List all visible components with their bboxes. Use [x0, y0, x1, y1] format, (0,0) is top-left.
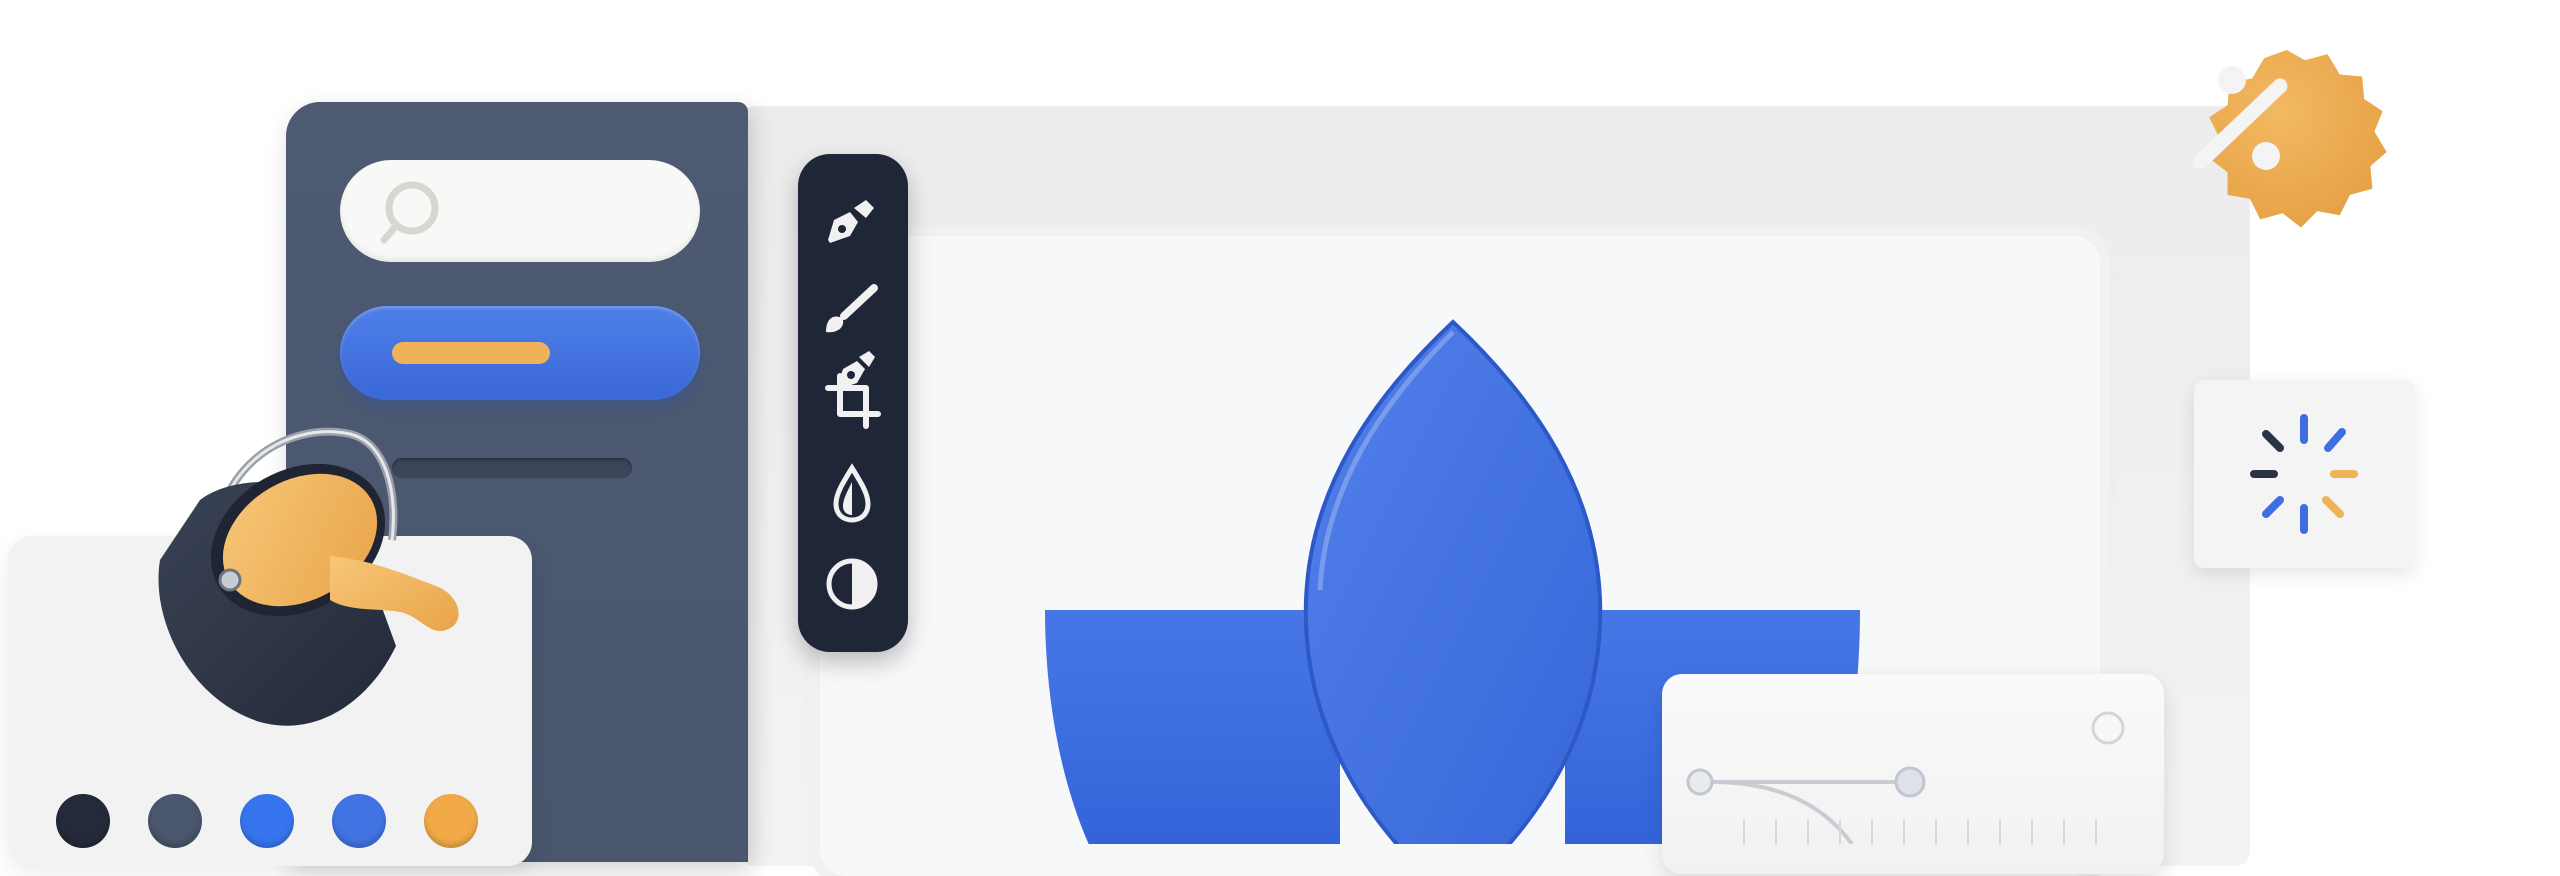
- curve-handle-end[interactable]: [1896, 768, 1924, 796]
- curve-card-toggle[interactable]: [2093, 713, 2123, 743]
- bezier-curve-icon: [1686, 711, 2125, 844]
- curve-handle-start[interactable]: [1690, 770, 1714, 794]
